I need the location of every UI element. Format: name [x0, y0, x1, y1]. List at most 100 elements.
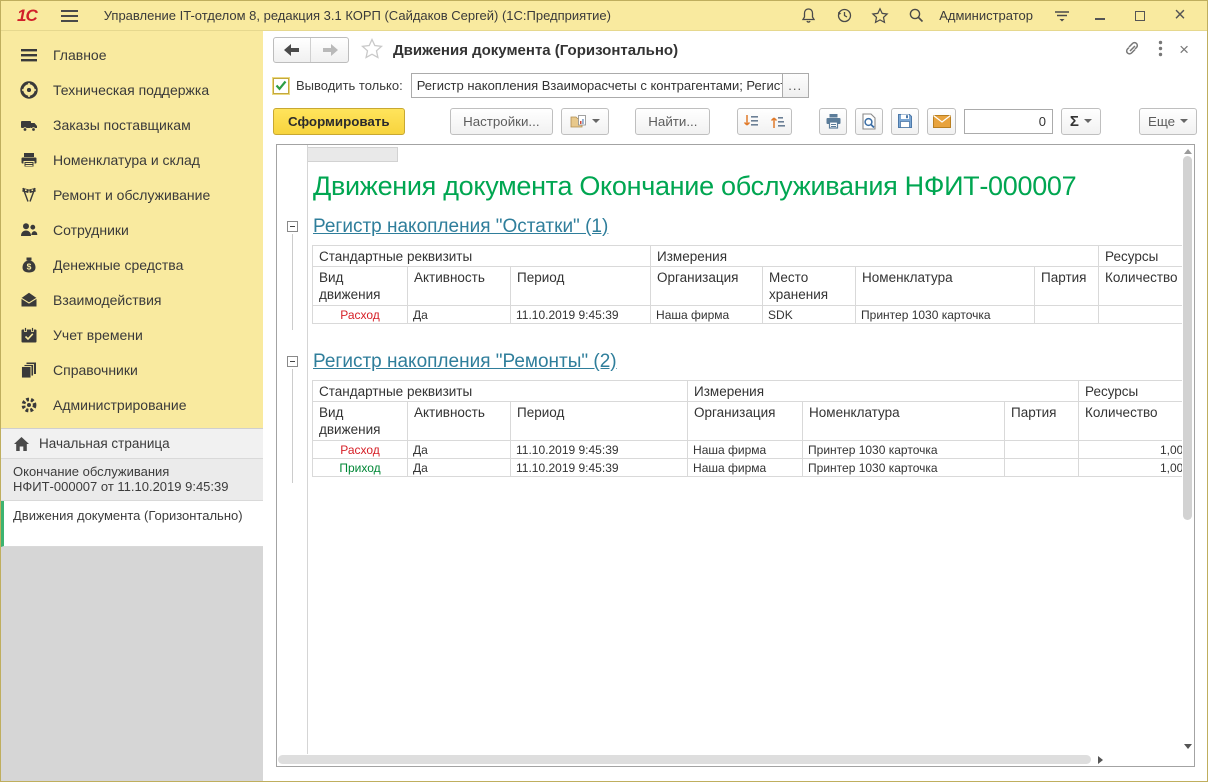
report-variants-button[interactable]: [561, 108, 609, 135]
report-viewport: Движения документа Окончание обслуживани…: [277, 145, 1182, 754]
show-only-checkbox[interactable]: [273, 78, 289, 94]
table-cell: Принтер 1030 карточка: [803, 441, 1005, 459]
sidebar-item-references[interactable]: Справочники: [1, 352, 263, 387]
mail-icon: [933, 115, 951, 128]
sidebar-item-supplier-orders[interactable]: Заказы поставщикам: [1, 107, 263, 142]
find-button[interactable]: Найти...: [635, 108, 710, 135]
close-form-icon[interactable]: ×: [1179, 40, 1189, 60]
group-header-cell: Ресурсы: [1099, 246, 1182, 267]
horizontal-scrollbar[interactable]: [278, 754, 1181, 765]
column-header-cell: Место хранения: [763, 267, 856, 306]
report-toolbar: Сформировать Настройки... Найти...: [263, 102, 1207, 140]
counter-input[interactable]: 0: [964, 109, 1053, 134]
tab-document-movements[interactable]: Движения документа (Горизонтально): [1, 501, 263, 547]
sort-descending-icon: [743, 114, 759, 129]
column-header-cell: Количество: [1079, 402, 1182, 441]
register-link[interactable]: Регистр накопления "Ремонты" (2): [313, 351, 617, 373]
main-menu-icon[interactable]: [61, 7, 78, 25]
preview-button[interactable]: [855, 108, 883, 135]
sidebar-item-tech-support[interactable]: Техническая поддержка: [1, 72, 263, 107]
register-table: Стандартные реквизитыИзмеренияРесурсыВид…: [312, 245, 1182, 324]
chevron-down-icon: [1084, 119, 1092, 123]
table-cell: 1,000: [1079, 459, 1182, 477]
table-row[interactable]: РасходДа11.10.2019 9:45:39Наша фирмаПрин…: [313, 441, 1183, 459]
sidebar-item-main[interactable]: Главное: [1, 37, 263, 72]
more-menu-icon[interactable]: [1158, 40, 1163, 60]
table-cell: Наша фирма: [688, 441, 803, 459]
sidebar-item-nomenclature-warehouse[interactable]: Номенклатура и склад: [1, 142, 263, 177]
table-cell: [1035, 306, 1099, 324]
sidebar-item-money[interactable]: $ Денежные средства: [1, 247, 263, 282]
sidebar-filler: [1, 547, 263, 781]
1c-logo: 1С: [17, 6, 37, 26]
home-icon: [13, 436, 30, 452]
vertical-scroll-thumb[interactable]: [1183, 156, 1192, 520]
table-cell: Да: [408, 459, 511, 477]
sort-ascending-icon: [770, 114, 786, 129]
table-row[interactable]: ПриходДа11.10.2019 9:45:39Наша фирмаПрин…: [313, 459, 1183, 477]
sum-button[interactable]: Σ: [1061, 108, 1101, 135]
table-cell: SDK: [763, 306, 856, 324]
chevron-down-icon: [1180, 119, 1188, 123]
collapse-groups-button[interactable]: [737, 108, 765, 135]
current-user[interactable]: Администратор: [939, 8, 1033, 23]
vertical-scrollbar[interactable]: [1182, 146, 1193, 753]
search-icon[interactable]: [901, 3, 931, 29]
preview-icon: [861, 113, 877, 130]
settings-button[interactable]: Настройки...: [450, 108, 552, 135]
notifications-bell-icon[interactable]: [793, 3, 823, 29]
lifebuoy-icon: [20, 81, 38, 99]
table-cell: 11.10.2019 9:45:39: [511, 306, 651, 324]
close-app-button[interactable]: ×: [1163, 3, 1197, 29]
group-header-cell: Измерения: [688, 381, 1079, 402]
expand-groups-button[interactable]: [764, 108, 792, 135]
scroll-down-icon[interactable]: [1184, 744, 1192, 749]
scroll-up-icon[interactable]: [1184, 149, 1192, 154]
svg-text:$: $: [27, 261, 32, 271]
register-link[interactable]: Регистр накопления "Остатки" (1): [313, 216, 608, 238]
save-icon: [897, 113, 913, 129]
tab-service-completion[interactable]: Окончание обслуживания НФИТ-000007 от 11…: [1, 459, 263, 501]
sidebar-item-time-tracking[interactable]: Учет времени: [1, 317, 263, 352]
maximize-button[interactable]: [1123, 3, 1157, 29]
sidebar-item-employees[interactable]: Сотрудники: [1, 212, 263, 247]
horizontal-scroll-thumb[interactable]: [278, 755, 1091, 764]
collapse-group-button[interactable]: [287, 221, 298, 232]
generate-button[interactable]: Сформировать: [273, 108, 405, 135]
panels-settings-icon[interactable]: [1047, 3, 1077, 29]
table-cell: Приход: [313, 459, 408, 477]
scroll-right-icon[interactable]: [1098, 756, 1103, 764]
collapse-group-button[interactable]: [287, 356, 298, 367]
back-button[interactable]: [274, 38, 311, 62]
sigma-icon: Σ: [1070, 113, 1079, 130]
report-spreadsheet: Движения документа Окончание обслуживани…: [276, 144, 1195, 767]
history-icon[interactable]: [829, 3, 859, 29]
more-actions-button[interactable]: Еще: [1139, 108, 1197, 135]
column-header-cell: Номенклатура: [856, 267, 1035, 306]
table-cell: Наша фирма: [651, 306, 763, 324]
filter-more-button[interactable]: ...: [783, 73, 809, 98]
sidebar-item-administration[interactable]: Администрирование: [1, 387, 263, 422]
save-button[interactable]: [891, 108, 919, 135]
spreadsheet-corner-cell: [308, 147, 398, 162]
forward-button[interactable]: [311, 38, 348, 62]
registers-filter-input[interactable]: Регистр накопления Взаиморасчеты с контр…: [411, 73, 783, 98]
report-sections: Регистр накопления "Остатки" (1) Стандарт…: [312, 216, 1182, 477]
minimize-button[interactable]: [1083, 3, 1117, 29]
sidebar-item-repair-service[interactable]: Ремонт и обслуживание: [1, 177, 263, 212]
report-variant-icon: [570, 114, 587, 129]
table-cell: Принтер 1030 карточка: [803, 459, 1005, 477]
report-content: Движения документа Окончание обслуживани…: [307, 145, 1182, 754]
people-icon: [20, 221, 38, 239]
get-link-icon[interactable]: [1122, 40, 1142, 61]
home-page-button[interactable]: Начальная страница: [1, 428, 263, 459]
print-button[interactable]: [819, 108, 847, 135]
table-row[interactable]: РасходДа11.10.2019 9:45:39Наша фирмаSDKП…: [313, 306, 1183, 324]
column-header-cell: Партия: [1035, 267, 1099, 306]
favorites-star-icon[interactable]: [865, 3, 895, 29]
table-cell: Наша фирма: [688, 459, 803, 477]
column-header-cell: Вид движения: [313, 402, 408, 441]
sidebar-item-interactions[interactable]: Взаимодействия: [1, 282, 263, 317]
favorite-star-icon[interactable]: [361, 38, 383, 62]
send-mail-button[interactable]: [927, 108, 955, 135]
